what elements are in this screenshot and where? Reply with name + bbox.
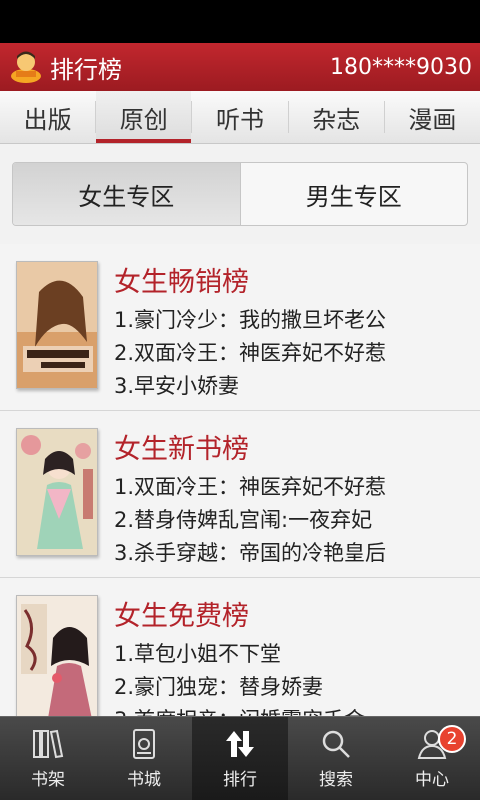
ranking-arrows-icon	[226, 731, 254, 757]
ranking-item-free[interactable]: 女生免费榜 1.草包小姐不下堂 2.豪门独宠：替身娇妻 3.首席相亲：闪婚霸宠千…	[0, 578, 480, 716]
nav-label: 搜索	[319, 770, 353, 790]
book-entry: 2.双面冷王：神医弃妃不好惹	[114, 341, 387, 365]
female-zone-button[interactable]: 女生专区	[13, 163, 241, 225]
ranking-title: 女生免费榜	[114, 601, 249, 632]
nav-ranking[interactable]: 排行	[192, 717, 288, 800]
nav-label: 排行	[223, 770, 257, 790]
bookstore-icon	[133, 729, 155, 759]
nav-bookstore[interactable]: 书城	[96, 717, 192, 800]
book-entry: 3.杀手穿越：帝国的冷艳皇后	[114, 541, 387, 565]
nav-bookshelf[interactable]: 书架	[0, 717, 96, 800]
ranking-title: 女生新书榜	[114, 434, 249, 465]
ranking-list: 女生畅销榜 1.豪门冷少：我的撒旦坏老公 2.双面冷王：神医弃妃不好惹 3.早安…	[0, 244, 480, 716]
bookshelf-icon	[33, 729, 64, 759]
ranking-title: 女生畅销榜	[114, 267, 249, 298]
nav-user-center[interactable]: 中心 2	[384, 717, 480, 800]
nav-label: 书架	[31, 770, 65, 790]
ranking-item-bestseller[interactable]: 女生畅销榜 1.豪门冷少：我的撒旦坏老公 2.双面冷王：神医弃妃不好惹 3.早安…	[0, 244, 480, 411]
search-icon	[322, 730, 350, 758]
tab-original[interactable]: 原创	[96, 91, 192, 143]
book-entry: 2.豪门独宠：替身娇妻	[114, 675, 324, 699]
zone-segmented-control: 女生专区 男生专区	[12, 162, 468, 226]
page-title: 排行榜	[50, 55, 122, 84]
book-entry: 3.早安小娇妻	[114, 374, 240, 398]
tab-magazine[interactable]: 杂志	[289, 91, 384, 143]
nav-label: 书城	[127, 770, 161, 790]
book-entry: 2.替身侍婢乱宫闱:一夜弃妃	[114, 508, 373, 532]
book-entry: 1.豪门冷少：我的撒旦坏老公	[114, 308, 387, 332]
book-cover-image[interactable]	[16, 428, 98, 556]
status-bar	[0, 0, 480, 43]
app-logo-icon	[8, 49, 44, 85]
book-cover-image[interactable]	[16, 595, 98, 716]
book-cover-image[interactable]	[16, 261, 98, 389]
male-zone-button[interactable]: 男生专区	[241, 163, 468, 225]
app-bar: 排行榜 180****9030	[0, 43, 480, 91]
notification-badge: 2	[438, 725, 466, 753]
tab-publish[interactable]: 出版	[0, 91, 95, 143]
book-entry: 1.草包小姐不下堂	[114, 642, 282, 666]
ranking-item-new[interactable]: 女生新书榜 1.双面冷王：神医弃妃不好惹 2.替身侍婢乱宫闱:一夜弃妃 3.杀手…	[0, 411, 480, 578]
book-entry: 3.首席相亲：闪婚霸宠千金	[114, 704, 365, 716]
account-phone: 180****9030	[330, 54, 472, 80]
tab-comic[interactable]: 漫画	[385, 91, 480, 143]
bottom-navigation: 书架 书城 排行 搜索 中心 2	[0, 716, 480, 800]
tab-audiobook[interactable]: 听书	[192, 91, 287, 143]
nav-label: 中心	[415, 770, 449, 790]
book-entry: 1.双面冷王：神医弃妃不好惹	[114, 475, 387, 499]
nav-search[interactable]: 搜索	[288, 717, 384, 800]
category-tabs: 出版 原创 听书 杂志 漫画	[0, 91, 480, 144]
